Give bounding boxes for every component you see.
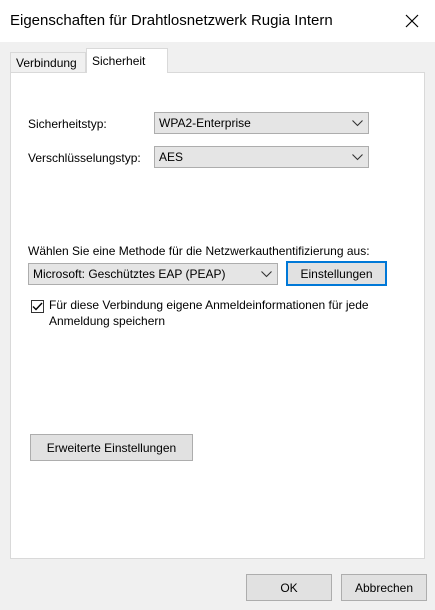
close-icon bbox=[405, 14, 419, 28]
checkmark-icon bbox=[32, 302, 43, 311]
title-bar: Eigenschaften für Drahtlosnetzwerk Rugia… bbox=[0, 0, 435, 42]
remember-credentials-checkbox[interactable] bbox=[31, 300, 44, 313]
encryption-type-label: Verschlüsselungstyp: bbox=[28, 151, 141, 165]
chevron-down-icon bbox=[255, 264, 277, 284]
auth-method-value: Microsoft: Geschütztes EAP (PEAP) bbox=[33, 267, 226, 281]
tab-verbindung[interactable]: Verbindung bbox=[10, 52, 86, 72]
auth-method-label: Wählen Sie eine Methode für die Netzwerk… bbox=[28, 244, 370, 258]
security-type-select[interactable]: WPA2-Enterprise bbox=[154, 112, 369, 134]
chevron-down-icon bbox=[346, 113, 368, 133]
chevron-down-icon bbox=[346, 147, 368, 167]
advanced-settings-button[interactable]: Erweiterte Einstellungen bbox=[30, 434, 193, 461]
auth-method-select[interactable]: Microsoft: Geschütztes EAP (PEAP) bbox=[28, 263, 278, 285]
encryption-type-select[interactable]: AES bbox=[154, 146, 369, 168]
security-type-label: Sicherheitstyp: bbox=[28, 117, 107, 131]
cancel-button[interactable]: Abbrechen bbox=[341, 574, 427, 601]
settings-button[interactable]: Einstellungen bbox=[286, 261, 387, 286]
ok-button[interactable]: OK bbox=[246, 574, 332, 601]
remember-credentials-label[interactable]: Für diese Verbindung eigene Anmeldeinfor… bbox=[49, 297, 379, 329]
tab-sicherheit[interactable]: Sicherheit bbox=[86, 48, 168, 73]
close-button[interactable] bbox=[389, 0, 435, 42]
encryption-type-value: AES bbox=[159, 150, 184, 164]
security-panel: Sicherheitstyp: WPA2-Enterprise Verschlü… bbox=[10, 72, 425, 559]
security-type-value: WPA2-Enterprise bbox=[159, 116, 251, 130]
window-title: Eigenschaften für Drahtlosnetzwerk Rugia… bbox=[10, 12, 333, 29]
